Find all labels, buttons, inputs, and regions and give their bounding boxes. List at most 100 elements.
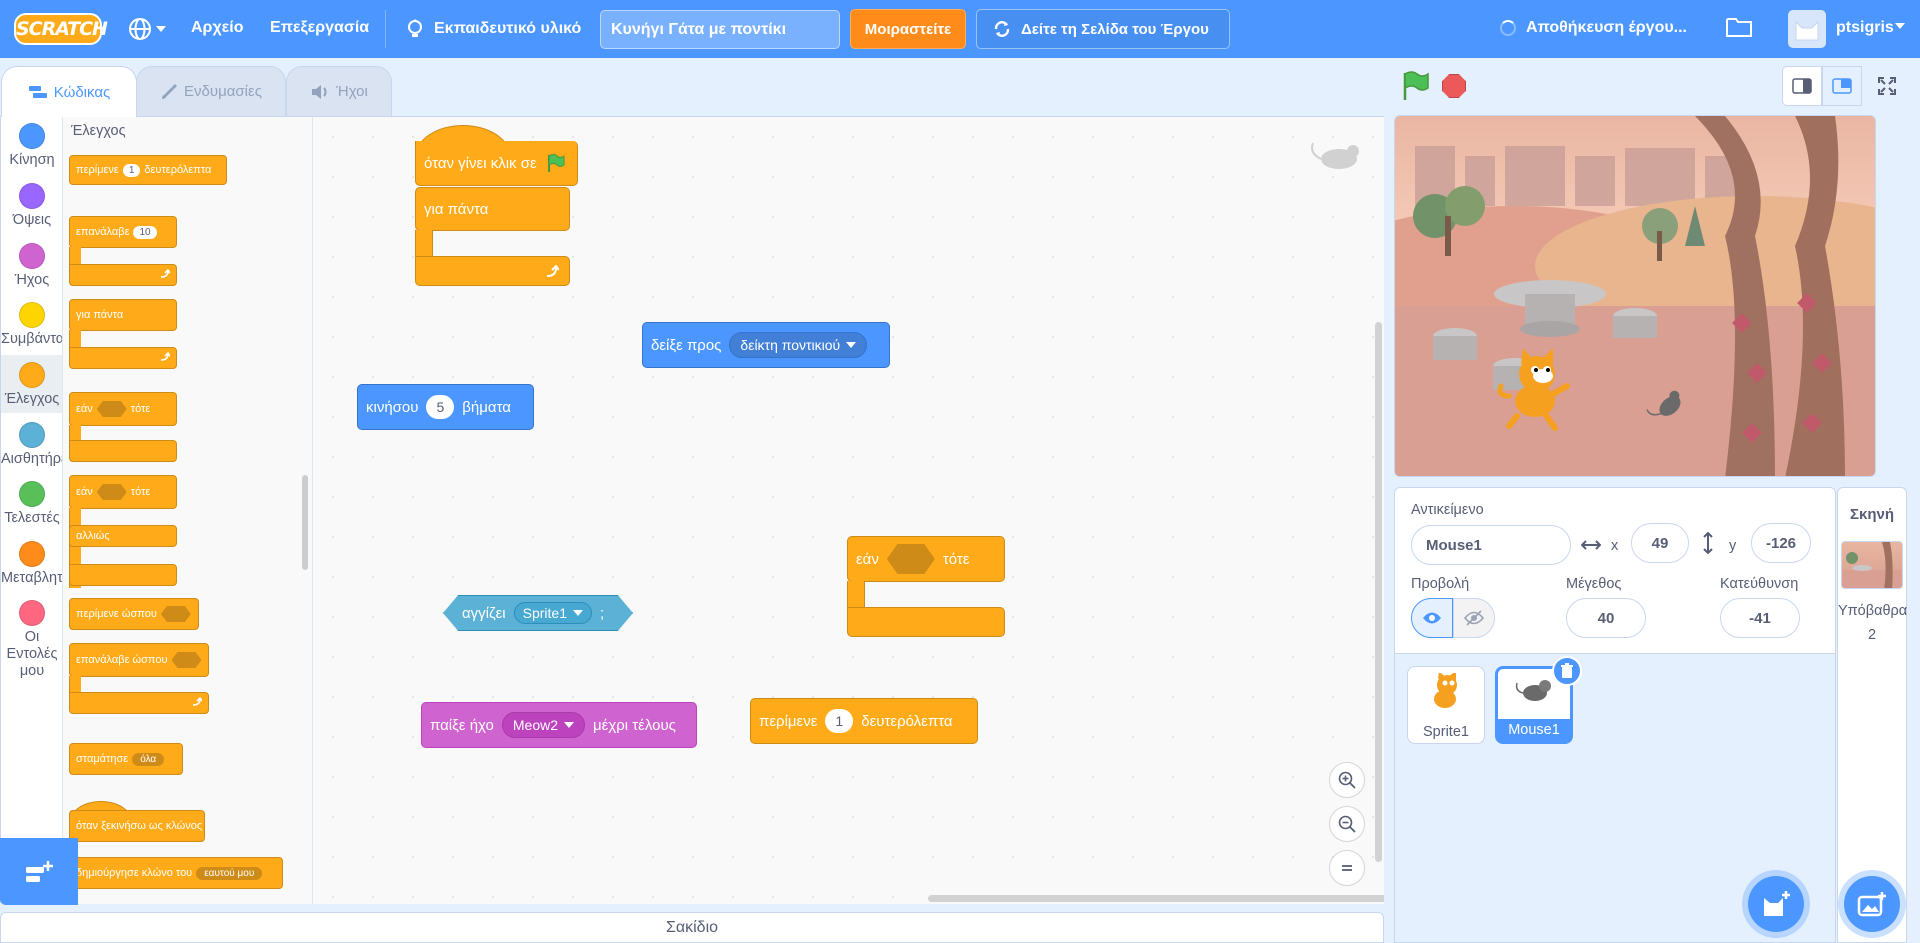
condition-slot[interactable] xyxy=(886,544,935,574)
play-sound-until-done-block[interactable]: παίξε ήχο Meow2 μέχρι τέλους xyxy=(421,702,697,748)
block-dropdown[interactable]: εαυτού μου xyxy=(196,866,263,880)
category-looks[interactable]: Όψεις xyxy=(1,183,62,228)
zoom-out-button[interactable] xyxy=(1329,806,1365,842)
sound-dropdown[interactable]: Meow2 xyxy=(501,712,586,738)
block-label: δευτερόλεπτα xyxy=(861,712,953,730)
block-label: όταν ξεκινήσω ως κλώνος xyxy=(76,820,203,832)
point-towards-block[interactable]: δείξε προς δείκτη ποντικιού xyxy=(642,322,890,368)
seconds-input[interactable]: 1 xyxy=(825,709,854,733)
large-stage-icon xyxy=(1832,78,1852,94)
see-project-page-button[interactable]: Δείτε τη Σελίδα του Έργου xyxy=(976,9,1230,49)
sprite-label: Αντικείμενο xyxy=(1411,502,1484,518)
avatar[interactable] xyxy=(1788,10,1826,48)
palette-repeat-block[interactable]: επανάλαβε 10 xyxy=(69,216,177,248)
stop-button[interactable] xyxy=(1442,74,1466,98)
category-events[interactable]: Συμβάντα xyxy=(1,302,63,347)
choose-sprite-button[interactable] xyxy=(1748,876,1804,932)
palette-clone-start-block[interactable]: όταν ξεκινήσω ως κλώνος xyxy=(69,810,205,842)
tutorials-menu[interactable]: Εκπαιδευτικό υλικό xyxy=(406,19,581,39)
language-menu[interactable] xyxy=(128,14,168,44)
category-sound[interactable]: Ήχος xyxy=(1,243,62,288)
condition-slot[interactable] xyxy=(171,652,202,668)
zoom-in-button[interactable] xyxy=(1329,762,1365,798)
condition-slot[interactable] xyxy=(96,484,127,500)
forever-block[interactable]: για πάντα xyxy=(415,187,570,231)
stage-canvas[interactable] xyxy=(1394,115,1876,477)
palette-create-clone-block[interactable]: δημιούργησε κλώνο του εαυτού μου xyxy=(69,857,283,889)
folder-icon[interactable] xyxy=(1726,16,1752,38)
add-extension-icon xyxy=(26,860,53,882)
fullscreen-icon xyxy=(1878,77,1896,95)
block-label: κινήσου xyxy=(366,398,419,416)
tab-sounds[interactable]: Ήχοι xyxy=(286,66,392,116)
stage-selector[interactable]: Σκηνή Υπόβαθρα 2 xyxy=(1837,487,1907,943)
username[interactable]: ptsigris xyxy=(1836,19,1894,37)
script-workspace[interactable]: όταν γίνει κλικ σε για πάντα δείξε προς … xyxy=(313,117,1384,904)
wait-seconds-block[interactable]: περίμενε 1 δευτερόλεπτα xyxy=(750,698,978,744)
x-position-input[interactable] xyxy=(1631,523,1689,563)
condition-slot[interactable] xyxy=(160,606,191,622)
tab-costumes[interactable]: Ενδυμασίες xyxy=(136,66,286,116)
steps-input[interactable]: 5 xyxy=(426,395,455,419)
size-input[interactable] xyxy=(1566,598,1646,638)
palette-forever-block[interactable]: για πάντα xyxy=(69,299,177,331)
move-steps-block[interactable]: κινήσου 5 βήματα xyxy=(357,384,534,430)
add-extension-button[interactable] xyxy=(0,838,78,905)
direction-input[interactable] xyxy=(1720,598,1800,638)
block-label: περίμενε xyxy=(759,712,818,730)
touching-dropdown[interactable]: Sprite1 xyxy=(513,602,592,624)
palette-if-else-block[interactable]: εάν τότε xyxy=(69,475,177,509)
if-then-block[interactable]: εάν τότε xyxy=(847,536,1005,582)
touching-block[interactable]: αγγίζει Sprite1 ; xyxy=(443,595,633,631)
file-menu[interactable]: Αρχείο xyxy=(191,19,243,37)
large-stage-button[interactable] xyxy=(1822,66,1862,106)
loop-arrow-icon xyxy=(546,265,559,277)
palette-stop-block[interactable]: σταμάτησε όλα xyxy=(69,743,183,775)
palette-wait-until-block[interactable]: περίμενε ώσπου xyxy=(69,598,199,630)
caret-down-icon[interactable] xyxy=(1895,23,1905,29)
block-input[interactable]: 10 xyxy=(133,225,157,239)
edit-menu[interactable]: Επεξεργασία xyxy=(270,19,369,37)
zoom-reset-button[interactable] xyxy=(1329,850,1365,886)
category-control[interactable]: Έλεγχος xyxy=(1,355,62,413)
palette-wait-block[interactable]: περίμενε 1 δευτερόλεπτα xyxy=(69,155,227,185)
delete-sprite-button[interactable] xyxy=(1552,656,1582,686)
category-sensing[interactable]: Αισθητήρες xyxy=(1,422,62,467)
share-button[interactable]: Μοιραστείτε xyxy=(850,9,966,49)
tab-code[interactable]: Κώδικας xyxy=(1,66,137,117)
cat-sprite-thumbnail-icon xyxy=(1434,671,1457,708)
choose-backdrop-button[interactable] xyxy=(1844,876,1900,932)
category-label: Συμβάντα xyxy=(1,331,63,347)
sprite-name-input[interactable] xyxy=(1411,525,1571,565)
sprite-tile[interactable]: Sprite1 xyxy=(1407,666,1485,744)
green-flag-button[interactable] xyxy=(1400,70,1430,102)
category-operators[interactable]: Τελεστές xyxy=(1,481,62,526)
project-title-input[interactable] xyxy=(600,10,840,49)
category-label: Κίνηση xyxy=(9,152,55,168)
block-input[interactable]: 1 xyxy=(122,163,141,177)
category-my-blocks[interactable]: Οι Εντολές μου xyxy=(1,600,62,680)
category-motion[interactable]: Κίνηση xyxy=(1,123,62,168)
y-position-input[interactable] xyxy=(1751,523,1811,563)
small-stage-button[interactable] xyxy=(1782,66,1822,106)
block-label: τότε xyxy=(130,486,151,498)
palette-if-then-block[interactable]: εάν τότε xyxy=(69,392,177,426)
c-block-bottom xyxy=(847,607,1005,637)
fullscreen-button[interactable] xyxy=(1867,66,1907,106)
workspace-vertical-scrollbar[interactable] xyxy=(1375,322,1382,862)
backpack[interactable]: Σακίδιο xyxy=(0,912,1384,943)
point-towards-dropdown[interactable]: δείκτη ποντικιού xyxy=(729,332,868,358)
condition-slot[interactable] xyxy=(96,401,127,417)
eye-slash-icon xyxy=(1464,610,1484,626)
block-dropdown[interactable]: όλα xyxy=(132,752,165,766)
menu-bar: SCRATCH Αρχείο Επεξεργασία Εκπαιδευτικό … xyxy=(0,0,1920,58)
scratch-logo[interactable]: SCRATCH xyxy=(14,13,108,45)
category-variables[interactable]: Μεταβλητές xyxy=(1,541,62,586)
show-sprite-button[interactable] xyxy=(1411,598,1453,638)
when-flag-clicked-block[interactable]: όταν γίνει κλικ σε xyxy=(415,141,578,186)
workspace-horizontal-scrollbar[interactable] xyxy=(928,895,1384,902)
hide-sprite-button[interactable] xyxy=(1453,598,1495,638)
palette-repeat-until-block[interactable]: επανάλαβε ώσπου xyxy=(69,643,209,677)
block-label: παίξε ήχο xyxy=(430,716,494,734)
palette-scrollbar[interactable] xyxy=(302,475,308,570)
